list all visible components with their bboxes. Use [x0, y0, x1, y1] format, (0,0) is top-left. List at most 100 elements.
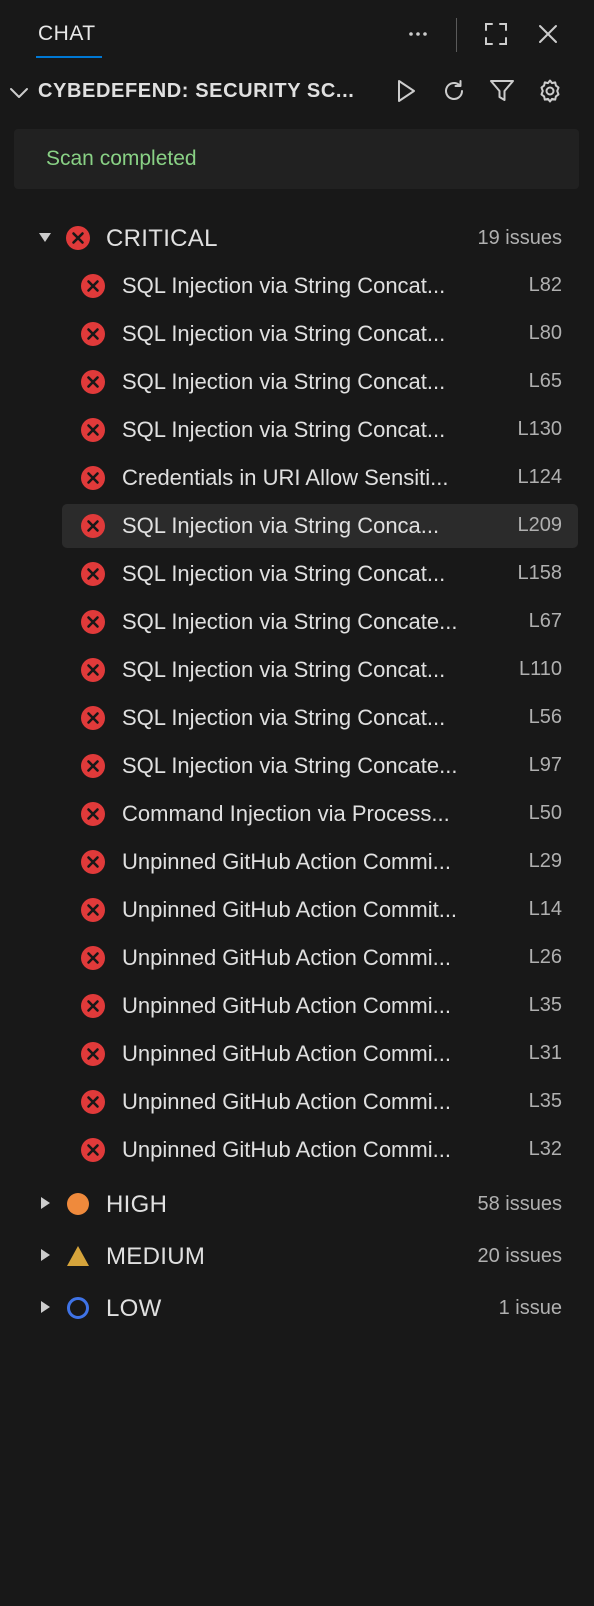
- group-count: 20 issues: [477, 1245, 563, 1267]
- issue-line-number: L14: [528, 898, 562, 920]
- issue-row[interactable]: SQL Injection via String Concat... L56: [62, 696, 578, 740]
- refresh-icon: [441, 78, 467, 109]
- issue-title: SQL Injection via String Concat...: [122, 321, 446, 346]
- filter-button[interactable]: [484, 75, 520, 111]
- group-medium[interactable]: MEDIUM 20 issues: [0, 1233, 594, 1279]
- group-label: HIGH: [106, 1191, 168, 1218]
- group-count: 58 issues: [477, 1193, 563, 1215]
- issue-title: SQL Injection via String Concate...: [122, 753, 458, 778]
- issue-line-number: L65: [528, 370, 562, 392]
- critical-error-icon: [81, 514, 105, 538]
- group-critical[interactable]: CRITICAL 19 issues: [0, 215, 594, 261]
- issue-title: SQL Injection via String Concat...: [122, 561, 446, 586]
- critical-error-icon: [81, 1138, 105, 1162]
- issue-row[interactable]: Unpinned GitHub Action Commi... L29: [62, 840, 578, 884]
- toolbar-divider: [456, 18, 457, 52]
- issue-row[interactable]: SQL Injection via String Concat... L65: [62, 360, 578, 404]
- issue-row[interactable]: SQL Injection via String Conca... L209: [62, 504, 578, 548]
- issue-row[interactable]: Command Injection via Process... L50: [62, 792, 578, 836]
- issue-row[interactable]: Unpinned GitHub Action Commi... L35: [62, 984, 578, 1028]
- close-panel-button[interactable]: [530, 18, 566, 54]
- issue-line-number: L130: [517, 418, 563, 440]
- refresh-button[interactable]: [436, 75, 472, 111]
- maximize-panel-button[interactable]: [478, 18, 514, 54]
- low-severity-icon: [66, 1296, 90, 1320]
- close-icon: [536, 22, 560, 51]
- issue-line-number: L124: [517, 466, 563, 488]
- collapsed-triangle-icon: [38, 1300, 52, 1319]
- group-label: CRITICAL: [106, 225, 218, 252]
- run-scan-button[interactable]: [388, 75, 424, 111]
- group-count: 1 issue: [498, 1297, 562, 1319]
- issue-row[interactable]: Unpinned GitHub Action Commi... L31: [62, 1032, 578, 1076]
- issue-title: SQL Injection via String Concat...: [122, 417, 446, 442]
- issue-row[interactable]: Unpinned GitHub Action Commi... L32: [62, 1128, 578, 1172]
- issue-line-number: L31: [528, 1042, 562, 1064]
- issue-title: Credentials in URI Allow Sensiti...: [122, 465, 449, 490]
- issue-line-number: L209: [517, 514, 563, 536]
- group-high[interactable]: HIGH 58 issues: [0, 1181, 594, 1227]
- tab-chat[interactable]: CHAT: [38, 22, 96, 46]
- group-count: 19 issues: [477, 227, 563, 249]
- critical-error-icon: [81, 466, 105, 490]
- issue-row[interactable]: SQL Injection via String Concate... L67: [62, 600, 578, 644]
- issue-line-number: L67: [528, 610, 562, 632]
- medium-severity-icon: [66, 1244, 90, 1268]
- critical-error-icon: [81, 274, 105, 298]
- issue-row[interactable]: SQL Injection via String Concat... L80: [62, 312, 578, 356]
- issue-title: Unpinned GitHub Action Commi...: [122, 849, 451, 874]
- critical-error-icon: [81, 418, 105, 442]
- issue-line-number: L50: [528, 802, 562, 824]
- issue-title: Unpinned GitHub Action Commi...: [122, 1041, 451, 1066]
- section-title[interactable]: CYBEDEFEND: SECURITY SC...: [38, 80, 378, 103]
- group-label: MEDIUM: [106, 1243, 206, 1270]
- issue-title: SQL Injection via String Concat...: [122, 273, 446, 298]
- issue-line-number: L29: [528, 850, 562, 872]
- expanded-triangle-icon: [38, 230, 52, 249]
- scan-status-box: Scan completed: [14, 129, 579, 189]
- issue-row[interactable]: Unpinned GitHub Action Commit... L14: [62, 888, 578, 932]
- chevron-down-icon[interactable]: [8, 82, 30, 104]
- issue-line-number: L35: [528, 994, 562, 1016]
- collapsed-triangle-icon: [38, 1248, 52, 1267]
- issue-title: Unpinned GitHub Action Commi...: [122, 1137, 451, 1162]
- critical-error-icon: [81, 562, 105, 586]
- critical-error-icon: [81, 754, 105, 778]
- issue-row[interactable]: SQL Injection via String Concat... L158: [62, 552, 578, 596]
- critical-error-icon: [81, 946, 105, 970]
- issue-row[interactable]: SQL Injection via String Concat... L110: [62, 648, 578, 692]
- issue-title: SQL Injection via String Concat...: [122, 657, 446, 682]
- critical-error-icon: [66, 226, 90, 250]
- critical-error-icon: [81, 322, 105, 346]
- more-actions-button[interactable]: [400, 18, 436, 54]
- group-low[interactable]: LOW 1 issue: [0, 1285, 594, 1331]
- issue-row[interactable]: SQL Injection via String Concate... L97: [62, 744, 578, 788]
- group-label: LOW: [106, 1295, 162, 1322]
- issue-title: Command Injection via Process...: [122, 801, 450, 826]
- section-header: CYBEDEFEND: SECURITY SC...: [0, 70, 594, 116]
- issue-title: Unpinned GitHub Action Commi...: [122, 1089, 451, 1114]
- issue-title: Unpinned GitHub Action Commi...: [122, 993, 451, 1018]
- issue-line-number: L82: [528, 274, 562, 296]
- settings-button[interactable]: [532, 75, 568, 111]
- filter-icon: [489, 78, 515, 109]
- tab-active-indicator: [36, 56, 102, 58]
- issue-line-number: L26: [528, 946, 562, 968]
- issue-line-number: L35: [528, 1090, 562, 1112]
- issue-line-number: L32: [528, 1138, 562, 1160]
- critical-error-icon: [81, 658, 105, 682]
- issue-row[interactable]: Unpinned GitHub Action Commi... L26: [62, 936, 578, 980]
- issue-title: SQL Injection via String Concate...: [122, 609, 458, 634]
- issue-row[interactable]: Unpinned GitHub Action Commi... L35: [62, 1080, 578, 1124]
- issue-row[interactable]: SQL Injection via String Concat... L130: [62, 408, 578, 452]
- issue-line-number: L158: [517, 562, 563, 584]
- critical-error-icon: [81, 1090, 105, 1114]
- issue-row[interactable]: SQL Injection via String Concat... L82: [62, 264, 578, 308]
- maximize-icon: [483, 21, 509, 52]
- issue-row[interactable]: Credentials in URI Allow Sensiti... L124: [62, 456, 578, 500]
- panel-tab-bar: CHAT: [0, 0, 594, 70]
- issue-line-number: L110: [518, 658, 562, 680]
- issue-line-number: L97: [528, 754, 562, 776]
- collapsed-triangle-icon: [38, 1196, 52, 1215]
- issue-title: SQL Injection via String Concat...: [122, 369, 446, 394]
